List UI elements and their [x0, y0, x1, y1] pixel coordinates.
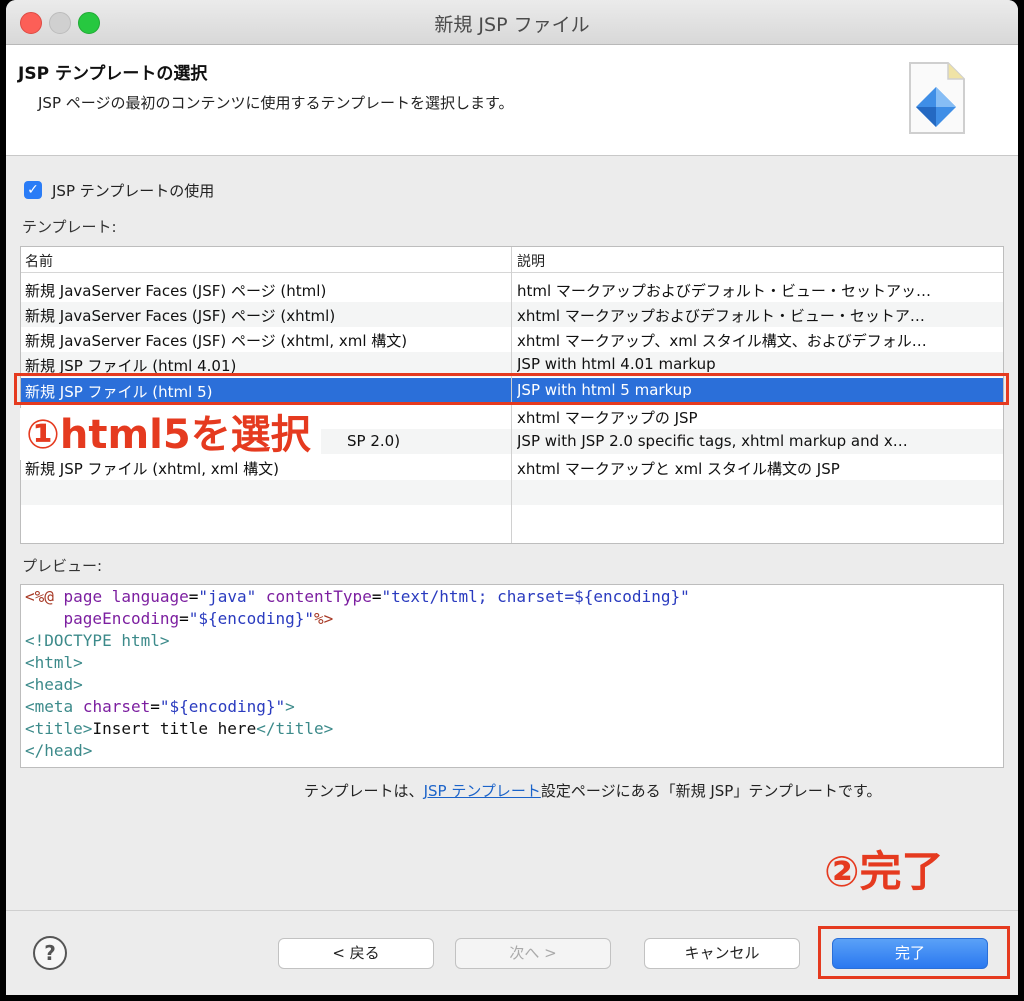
row-description: JSP with JSP 2.0 specific tags, xhtml ma…: [517, 432, 908, 450]
annotation-step1: ①html5を選択: [20, 408, 321, 460]
row-name: 新規 JavaServer Faces (JSF) ページ (html): [25, 282, 327, 300]
row-name: SP 2.0): [347, 432, 401, 450]
table-row-empty: [21, 505, 1003, 530]
page-title: JSP テンプレートの選択: [18, 64, 208, 84]
code-line: <!DOCTYPE html>: [25, 631, 170, 650]
row-name: 新規 JavaServer Faces (JSF) ページ (xhtml): [25, 307, 336, 325]
table-row-empty: [21, 480, 1003, 505]
table-row[interactable]: 新規 JavaServer Faces (JSF) ページ (html) htm…: [21, 277, 1003, 302]
title-bar: 新規 JSP ファイル: [6, 0, 1018, 45]
code-line: pageEncoding="${encoding}"%>: [63, 609, 334, 628]
annotation-highlight-finish: [818, 926, 1010, 979]
window-title: 新規 JSP ファイル: [434, 14, 590, 36]
row-name: 新規 JavaServer Faces (JSF) ページ (xhtml, xm…: [25, 332, 408, 350]
row-description: html マークアップおよびデフォルト・ビュー・セットアッ…: [517, 282, 931, 300]
code-line: <html>: [25, 653, 83, 672]
row-description: JSP with html 4.01 markup: [517, 355, 716, 373]
code-line: <meta charset="${encoding}">: [25, 697, 295, 716]
preview-label: プレビュー:: [22, 557, 103, 575]
footer-text-before: テンプレートは、: [304, 782, 424, 800]
use-template-row[interactable]: ✓ JSP テンプレートの使用: [24, 178, 214, 202]
code-line: <title>Insert title here</title>: [25, 719, 334, 738]
row-description: xhtml マークアップおよびデフォルト・ビュー・セットア…: [517, 307, 925, 325]
table-row[interactable]: 新規 JavaServer Faces (JSF) ページ (xhtml, xm…: [21, 327, 1003, 352]
annotation-step2: ②完了: [824, 847, 944, 896]
row-name: 新規 JSP ファイル (xhtml, xml 構文): [25, 460, 280, 478]
cancel-button[interactable]: キャンセル: [644, 938, 800, 969]
table-row[interactable]: 新規 JavaServer Faces (JSF) ページ (xhtml) xh…: [21, 302, 1003, 327]
jsp-template-link[interactable]: JSP テンプレート: [424, 782, 541, 800]
jsp-wizard-icon: [909, 62, 965, 134]
code-line: </head>: [25, 741, 93, 760]
back-button[interactable]: < 戻る: [278, 938, 434, 969]
code-line: <head>: [25, 675, 83, 694]
annotation-highlight-row: [14, 373, 1009, 405]
column-header-description[interactable]: 説明: [517, 251, 545, 271]
wizard-header: JSP テンプレートの選択 JSP ページの最初のコンテンツに使用するテンプレー…: [6, 45, 1018, 156]
row-description: xhtml マークアップと xml スタイル構文の JSP: [517, 460, 840, 478]
page-description: JSP ページの最初のコンテンツに使用するテンプレートを選択します。: [38, 94, 514, 112]
use-template-label: JSP テンプレートの使用: [52, 181, 215, 200]
dialog-window: 新規 JSP ファイル JSP テンプレートの選択 JSP ページの最初のコンテ…: [6, 0, 1018, 995]
footer-note: テンプレートは、JSP テンプレート設定ページにある「新規 JSP」テンプレート…: [304, 780, 881, 801]
row-description: xhtml マークアップの JSP: [517, 409, 698, 427]
use-template-checkbox[interactable]: ✓: [24, 181, 42, 199]
row-description: xhtml マークアップ、xml スタイル構文、およびデフォル…: [517, 332, 927, 350]
code-line: <%@ page language="java" contentType="te…: [25, 587, 690, 606]
footer-text-after: 設定ページにある「新規 JSP」テンプレートです。: [540, 782, 882, 800]
next-button: 次へ >: [455, 938, 611, 969]
help-icon[interactable]: ?: [33, 936, 67, 970]
button-bar-divider: [6, 910, 1018, 911]
templates-label: テンプレート:: [22, 218, 117, 236]
column-header-name[interactable]: 名前: [25, 251, 53, 271]
preview-code[interactable]: <%@ page language="java" contentType="te…: [20, 584, 1004, 768]
table-header: 名前 説明: [21, 247, 1003, 273]
